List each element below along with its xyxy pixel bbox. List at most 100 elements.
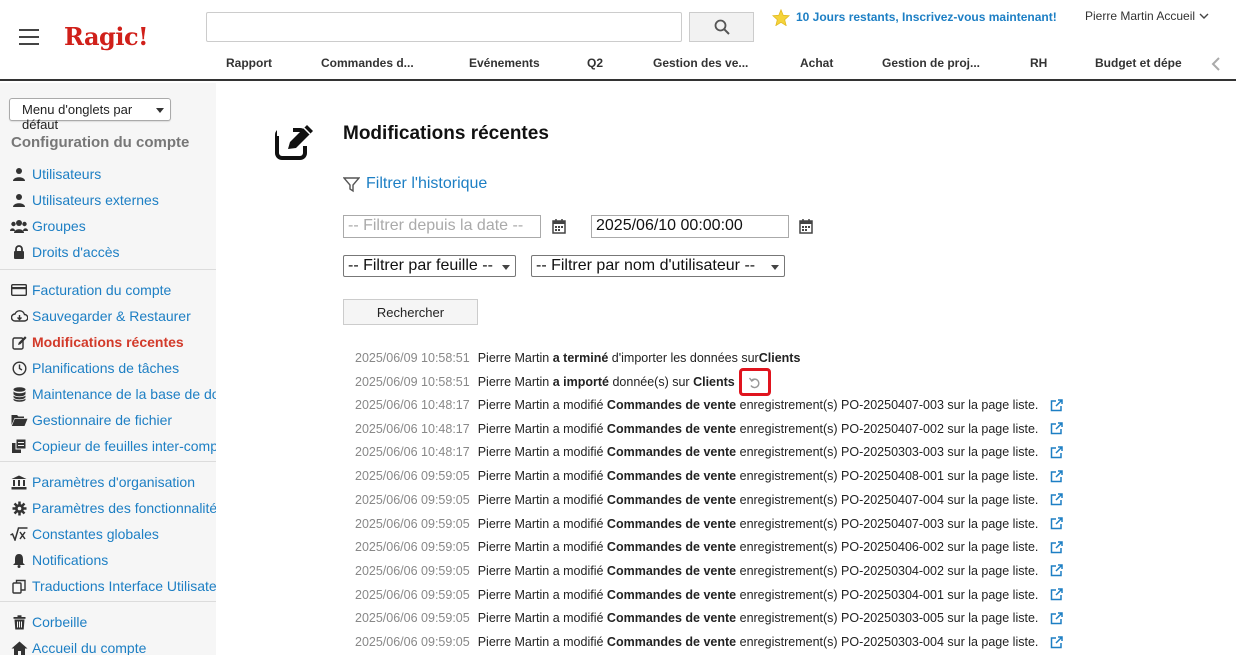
sheet-tab[interactable]: Achat (800, 56, 833, 70)
sidebar-item-label: Planifications de tâches (32, 360, 180, 376)
user-menu[interactable]: Pierre Martin Accueil (1085, 9, 1209, 23)
log-sheet-name: Clients (758, 351, 801, 365)
sheet-tabs: Rapport Commandes d... Evénements Q2 Gestion… (200, 56, 1236, 74)
history-log-row: 2025/06/06 09:59:05 Pierre Martin a modif… (355, 491, 1064, 509)
log-message: Pierre Martin a modifié Commandes de ven… (478, 469, 1039, 483)
edit-icon (10, 334, 28, 350)
log-text: Pierre Martin a modifié (477, 516, 607, 531)
sheet-tab[interactable]: RH (1030, 56, 1047, 70)
filter-history-label[interactable]: Filtrer l'historique (366, 175, 487, 193)
history-log-row: 2025/06/06 09:59:05 Pierre Martin a modif… (355, 609, 1064, 627)
lock-icon (10, 244, 28, 260)
log-text: Pierre Martin a modifié (477, 635, 607, 649)
log-emphasis: Commandes de vente (606, 445, 737, 460)
trial-banner[interactable]: 10 Jours restants, Inscrivez-vous mainte… (772, 8, 1057, 26)
hamburger-menu-icon[interactable] (19, 29, 39, 45)
date-from-field[interactable]: -- Filtrer depuis la date -- (343, 215, 541, 238)
history-log-row: 2025/06/06 09:59:05 Pierre Martin a modif… (355, 562, 1064, 580)
log-emphasis: Commandes de vente (606, 563, 737, 578)
sheet-tab[interactable]: Gestion de proj... (882, 56, 980, 70)
external-link-icon[interactable] (1050, 493, 1064, 506)
sidebar-item[interactable]: Copieur de feuilles inter-comptes (10, 436, 216, 456)
log-emphasis: Commandes de vente (606, 492, 737, 507)
log-message: Pierre Martin a modifié Commandes de ven… (478, 588, 1039, 602)
sheet-tab[interactable]: Q2 (587, 56, 603, 70)
external-link-icon[interactable] (1050, 564, 1064, 577)
external-link-icon[interactable] (1050, 398, 1064, 412)
external-link-icon[interactable] (1050, 588, 1064, 601)
log-text: enregistrement(s) PO-20250407-004 sur la… (736, 492, 1039, 507)
external-link-icon[interactable] (1050, 422, 1064, 435)
sidebar-item-label: Utilisateurs externes (32, 192, 159, 208)
top-bar: Ragic! 10 Jours restants, Inscrivez-vous… (0, 0, 1236, 81)
sidebar-item[interactable]: Utilisateurs (10, 164, 101, 184)
sidebar-item[interactable]: Gestionnaire de fichier (10, 410, 172, 430)
sidebar-item[interactable]: Traductions Interface Utilisateur (10, 576, 216, 596)
log-emphasis: Commandes de vente (606, 611, 737, 626)
sheet-tab[interactable]: Gestion des ve... (653, 56, 748, 70)
sidebar-divider (0, 601, 216, 602)
filter-history-link[interactable]: Filtrer l'historique (343, 175, 487, 193)
external-link-icon[interactable] (1050, 517, 1064, 530)
log-emphasis: a importé (552, 375, 609, 389)
external-link-icon[interactable] (1050, 612, 1064, 625)
sidebar-item[interactable]: Modifications récentes (10, 332, 184, 352)
sidebar-item[interactable]: Notifications (10, 550, 108, 570)
log-message: Pierre Martin a modifié Commandes de ven… (478, 398, 1039, 412)
log-text: Pierre Martin a modifié (477, 469, 607, 484)
history-log-row: 2025/06/06 09:59:05 Pierre Martin a modif… (355, 633, 1064, 651)
sidebar-item[interactable]: Groupes (10, 216, 86, 236)
sidebar-item-label: Facturation du compte (32, 282, 172, 298)
global-search-input[interactable] (206, 12, 682, 42)
sidebar-item[interactable]: Paramètres des fonctionnalités (10, 498, 216, 518)
sidebar-item-label: Copieur de feuilles inter-comptes (32, 438, 216, 454)
log-message: Pierre Martin a modifié Commandes de ven… (478, 540, 1039, 554)
user-name[interactable]: Pierre Martin Accueil (1085, 9, 1195, 23)
sidebar-item-label: Utilisateurs (32, 166, 102, 182)
sidebar-item[interactable]: Utilisateurs externes (10, 190, 159, 210)
sheet-tab[interactable]: Evénements (469, 56, 540, 70)
sheet-tab[interactable]: Rapport (226, 56, 272, 70)
sidebar: Menu d'onglets par défaut Configuration … (0, 83, 216, 655)
sidebar-item[interactable]: Sauvegarder & Restaurer (10, 306, 191, 326)
history-log-row: 2025/06/06 10:48:17 Pierre Martin a modif… (355, 396, 1064, 414)
cloud-download-icon (10, 308, 28, 324)
user-filter-select[interactable]: -- Filtrer par nom d'utilisateur -- (531, 255, 785, 277)
calendar-icon[interactable] (799, 218, 813, 234)
sidebar-divider (0, 269, 216, 270)
external-link-icon[interactable] (1050, 469, 1064, 483)
sidebar-item[interactable]: Droits d'accès (10, 242, 119, 262)
sidebar-item[interactable]: Planifications de tâches (10, 358, 179, 378)
tab-menu-select-value: Menu d'onglets par défaut (22, 102, 133, 132)
log-message: Pierre Martin a modifié Commandes de ven… (478, 564, 1039, 578)
date-to-field[interactable]: 2025/06/10 00:00:00 (591, 215, 789, 238)
sidebar-item[interactable]: Paramètres d'organisation (10, 472, 195, 492)
log-timestamp: 2025/06/06 10:48:17 (355, 421, 470, 436)
undo-import-button[interactable] (738, 368, 771, 396)
calendar-icon[interactable] (552, 218, 566, 234)
sidebar-item[interactable]: Corbeille (10, 612, 87, 632)
log-text: Pierre Martin a modifié (477, 492, 607, 507)
sidebar-item-label: Maintenance de la base de données (32, 386, 216, 402)
external-link-icon[interactable] (1050, 540, 1064, 554)
search-button[interactable] (689, 12, 754, 42)
sidebar-item[interactable]: Facturation du compte (10, 280, 171, 300)
star-icon (772, 8, 790, 26)
chevron-left-icon[interactable] (1209, 56, 1223, 72)
external-link-icon[interactable] (1050, 446, 1064, 459)
tab-menu-select[interactable]: Menu d'onglets par défaut (9, 98, 171, 132)
history-log-row: 2025/06/09 10:58:51 Pierre Martin a impor… (355, 368, 771, 396)
external-link-icon[interactable] (1050, 635, 1064, 649)
sidebar-item[interactable]: Maintenance de la base de données (10, 384, 216, 404)
rechercher-button[interactable]: Rechercher (343, 299, 478, 325)
sidebar-item[interactable]: Accueil du compte (10, 638, 146, 655)
trial-text[interactable]: 10 Jours restants, Inscrivez-vous mainte… (796, 10, 1057, 24)
sheet-tab[interactable]: Budget et dépe (1095, 56, 1182, 70)
history-log-row: 2025/06/06 10:48:17 Pierre Martin a modif… (355, 420, 1064, 438)
sheet-filter-select[interactable]: -- Filtrer par feuille -- (343, 255, 516, 277)
sheet-tab[interactable]: Commandes d... (321, 56, 414, 70)
ragic-logo[interactable]: Ragic! (64, 22, 149, 51)
search-icon (714, 19, 730, 35)
sidebar-item-label: Gestionnaire de fichier (32, 412, 173, 428)
sidebar-item[interactable]: Constantes globales (10, 524, 159, 544)
